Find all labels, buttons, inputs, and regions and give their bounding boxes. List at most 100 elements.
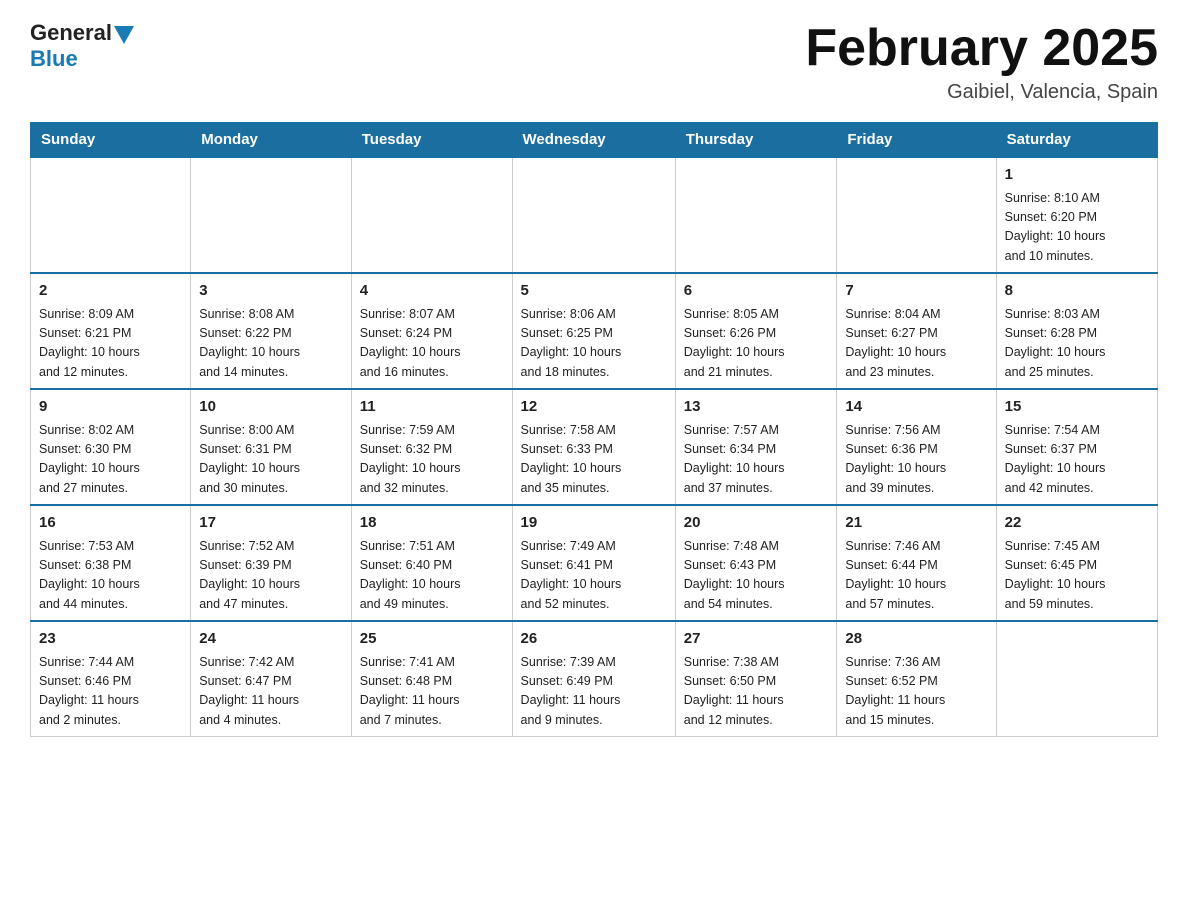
day-info: Sunrise: 8:08 AM Sunset: 6:22 PM Dayligh… <box>199 307 300 379</box>
week-row-1: 1 Sunrise: 8:10 AM Sunset: 6:20 PM Daylig… <box>31 157 1158 273</box>
location-title: Gaibiel, Valencia, Spain <box>805 81 1158 104</box>
calendar-cell: 10 Sunrise: 8:00 AM Sunset: 6:31 PM Dayli… <box>191 389 352 505</box>
day-info: Sunrise: 7:42 AM Sunset: 6:47 PM Dayligh… <box>199 655 299 727</box>
calendar-cell: 23 Sunrise: 7:44 AM Sunset: 6:46 PM Dayli… <box>31 621 191 737</box>
day-number: 17 <box>199 512 343 535</box>
calendar-cell: 28 Sunrise: 7:36 AM Sunset: 6:52 PM Dayli… <box>837 621 996 737</box>
day-info: Sunrise: 8:05 AM Sunset: 6:26 PM Dayligh… <box>684 307 785 379</box>
logo-triangle-icon <box>114 26 134 44</box>
weekday-header-monday: Monday <box>191 123 352 158</box>
calendar-cell: 3 Sunrise: 8:08 AM Sunset: 6:22 PM Daylig… <box>191 273 352 389</box>
day-number: 15 <box>1005 396 1149 419</box>
day-info: Sunrise: 7:51 AM Sunset: 6:40 PM Dayligh… <box>360 539 461 611</box>
day-info: Sunrise: 7:58 AM Sunset: 6:33 PM Dayligh… <box>521 423 622 495</box>
day-number: 24 <box>199 628 343 651</box>
day-number: 26 <box>521 628 667 651</box>
day-info: Sunrise: 8:02 AM Sunset: 6:30 PM Dayligh… <box>39 423 140 495</box>
week-row-5: 23 Sunrise: 7:44 AM Sunset: 6:46 PM Dayli… <box>31 621 1158 737</box>
day-info: Sunrise: 8:10 AM Sunset: 6:20 PM Dayligh… <box>1005 191 1106 263</box>
day-number: 1 <box>1005 164 1149 187</box>
day-number: 21 <box>845 512 987 535</box>
day-info: Sunrise: 8:09 AM Sunset: 6:21 PM Dayligh… <box>39 307 140 379</box>
title-block: February 2025 Gaibiel, Valencia, Spain <box>805 20 1158 104</box>
calendar-cell <box>31 157 191 273</box>
calendar-cell: 2 Sunrise: 8:09 AM Sunset: 6:21 PM Daylig… <box>31 273 191 389</box>
day-number: 3 <box>199 280 343 303</box>
day-number: 10 <box>199 396 343 419</box>
calendar-cell: 25Sunrise: 7:41 AM Sunset: 6:48 PM Dayli… <box>351 621 512 737</box>
day-info: Sunrise: 8:03 AM Sunset: 6:28 PM Dayligh… <box>1005 307 1106 379</box>
day-number: 18 <box>360 512 504 535</box>
day-number: 27 <box>684 628 829 651</box>
calendar-cell <box>996 621 1157 737</box>
calendar-cell: 13Sunrise: 7:57 AM Sunset: 6:34 PM Dayli… <box>675 389 837 505</box>
week-row-2: 2 Sunrise: 8:09 AM Sunset: 6:21 PM Daylig… <box>31 273 1158 389</box>
weekday-header-row: SundayMondayTuesdayWednesdayThursdayFrid… <box>31 123 1158 158</box>
day-number: 2 <box>39 280 182 303</box>
calendar-cell: 9 Sunrise: 8:02 AM Sunset: 6:30 PM Daylig… <box>31 389 191 505</box>
weekday-header-thursday: Thursday <box>675 123 837 158</box>
weekday-header-sunday: Sunday <box>31 123 191 158</box>
weekday-header-tuesday: Tuesday <box>351 123 512 158</box>
week-row-3: 9 Sunrise: 8:02 AM Sunset: 6:30 PM Daylig… <box>31 389 1158 505</box>
day-info: Sunrise: 7:38 AM Sunset: 6:50 PM Dayligh… <box>684 655 784 727</box>
day-info: Sunrise: 7:36 AM Sunset: 6:52 PM Dayligh… <box>845 655 945 727</box>
day-info: Sunrise: 7:39 AM Sunset: 6:49 PM Dayligh… <box>521 655 621 727</box>
calendar-cell: 17 Sunrise: 7:52 AM Sunset: 6:39 PM Dayli… <box>191 505 352 621</box>
day-info: Sunrise: 8:06 AM Sunset: 6:25 PM Dayligh… <box>521 307 622 379</box>
day-info: Sunrise: 7:53 AM Sunset: 6:38 PM Dayligh… <box>39 539 140 611</box>
calendar-cell: 5Sunrise: 8:06 AM Sunset: 6:25 PM Daylig… <box>512 273 675 389</box>
day-number: 6 <box>684 280 829 303</box>
day-info: Sunrise: 7:52 AM Sunset: 6:39 PM Dayligh… <box>199 539 300 611</box>
day-number: 23 <box>39 628 182 651</box>
calendar-cell: 22 Sunrise: 7:45 AM Sunset: 6:45 PM Dayli… <box>996 505 1157 621</box>
calendar-cell: 24 Sunrise: 7:42 AM Sunset: 6:47 PM Dayli… <box>191 621 352 737</box>
day-info: Sunrise: 7:44 AM Sunset: 6:46 PM Dayligh… <box>39 655 139 727</box>
calendar-cell: 4Sunrise: 8:07 AM Sunset: 6:24 PM Daylig… <box>351 273 512 389</box>
month-title: February 2025 <box>805 20 1158 77</box>
day-info: Sunrise: 7:59 AM Sunset: 6:32 PM Dayligh… <box>360 423 461 495</box>
calendar-cell: 20 Sunrise: 7:48 AM Sunset: 6:43 PM Dayli… <box>675 505 837 621</box>
day-number: 11 <box>360 396 504 419</box>
day-number: 19 <box>521 512 667 535</box>
day-info: Sunrise: 7:56 AM Sunset: 6:36 PM Dayligh… <box>845 423 946 495</box>
calendar-cell <box>191 157 352 273</box>
page-header: General Blue February 2025 Gaibiel, Vale… <box>30 20 1158 104</box>
calendar-cell <box>512 157 675 273</box>
calendar-cell <box>837 157 996 273</box>
day-info: Sunrise: 8:07 AM Sunset: 6:24 PM Dayligh… <box>360 307 461 379</box>
calendar-cell: 6 Sunrise: 8:05 AM Sunset: 6:26 PM Daylig… <box>675 273 837 389</box>
day-number: 8 <box>1005 280 1149 303</box>
day-number: 9 <box>39 396 182 419</box>
day-info: Sunrise: 7:45 AM Sunset: 6:45 PM Dayligh… <box>1005 539 1106 611</box>
day-info: Sunrise: 7:54 AM Sunset: 6:37 PM Dayligh… <box>1005 423 1106 495</box>
calendar-cell <box>351 157 512 273</box>
day-info: Sunrise: 8:04 AM Sunset: 6:27 PM Dayligh… <box>845 307 946 379</box>
day-number: 7 <box>845 280 987 303</box>
day-info: Sunrise: 7:49 AM Sunset: 6:41 PM Dayligh… <box>521 539 622 611</box>
calendar-cell: 12 Sunrise: 7:58 AM Sunset: 6:33 PM Dayli… <box>512 389 675 505</box>
day-info: Sunrise: 7:46 AM Sunset: 6:44 PM Dayligh… <box>845 539 946 611</box>
logo: General Blue <box>30 20 136 72</box>
logo-general: General <box>30 20 112 46</box>
calendar-cell: 18 Sunrise: 7:51 AM Sunset: 6:40 PM Dayli… <box>351 505 512 621</box>
weekday-header-wednesday: Wednesday <box>512 123 675 158</box>
calendar-cell: 1 Sunrise: 8:10 AM Sunset: 6:20 PM Daylig… <box>996 157 1157 273</box>
day-number: 28 <box>845 628 987 651</box>
calendar-cell: 19 Sunrise: 7:49 AM Sunset: 6:41 PM Dayli… <box>512 505 675 621</box>
day-number: 20 <box>684 512 829 535</box>
weekday-header-saturday: Saturday <box>996 123 1157 158</box>
calendar-cell: 16 Sunrise: 7:53 AM Sunset: 6:38 PM Dayli… <box>31 505 191 621</box>
day-info: Sunrise: 8:00 AM Sunset: 6:31 PM Dayligh… <box>199 423 300 495</box>
calendar-cell: 27 Sunrise: 7:38 AM Sunset: 6:50 PM Dayli… <box>675 621 837 737</box>
calendar-cell: 26 Sunrise: 7:39 AM Sunset: 6:49 PM Dayli… <box>512 621 675 737</box>
day-info: Sunrise: 7:57 AM Sunset: 6:34 PM Dayligh… <box>684 423 785 495</box>
calendar-cell: 21 Sunrise: 7:46 AM Sunset: 6:44 PM Dayli… <box>837 505 996 621</box>
day-number: 22 <box>1005 512 1149 535</box>
calendar-cell <box>675 157 837 273</box>
weekday-header-friday: Friday <box>837 123 996 158</box>
day-number: 14 <box>845 396 987 419</box>
day-number: 12 <box>521 396 667 419</box>
day-info: Sunrise: 7:48 AM Sunset: 6:43 PM Dayligh… <box>684 539 785 611</box>
day-number: 16 <box>39 512 182 535</box>
